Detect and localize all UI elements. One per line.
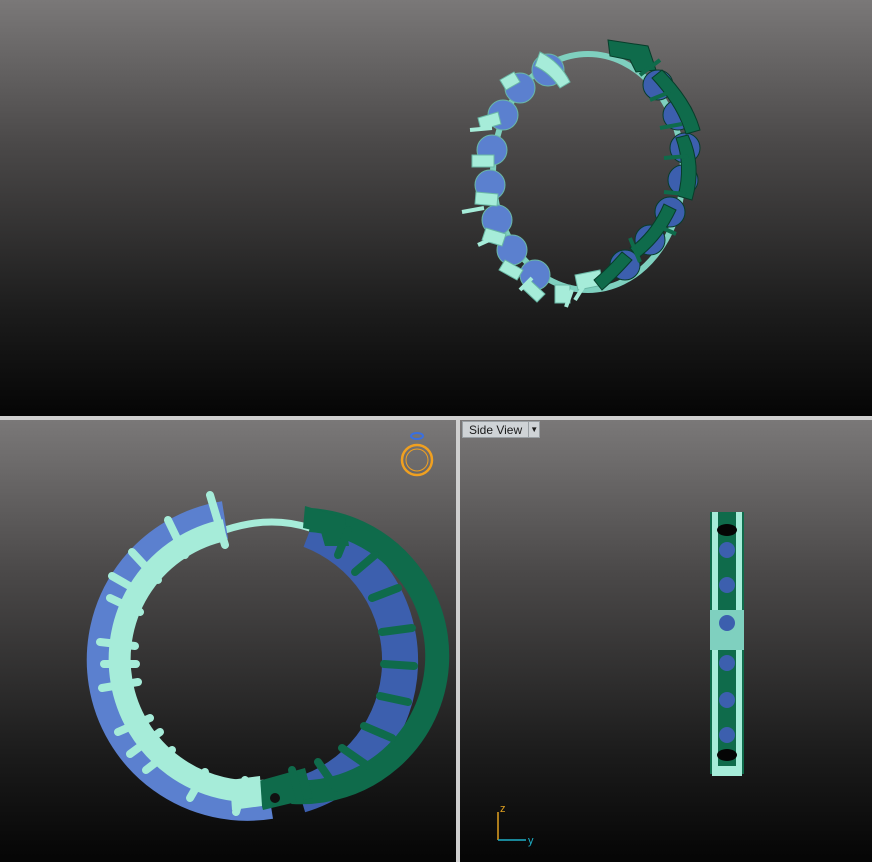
z-axis-label: z [500,803,506,815]
front-viewport[interactable] [0,420,456,862]
axis-triad: z y [497,803,534,847]
ring-icon[interactable] [397,428,437,478]
perspective-viewport[interactable] [0,0,872,416]
light-section [461,51,604,308]
side-band-bottom [712,766,742,776]
side-viewport[interactable]: Side View ▼ z y [460,420,872,862]
y-axis-label: y [528,835,534,847]
band-arc [223,518,312,534]
dark-section [593,39,701,291]
ring-model-perspective[interactable] [0,0,872,416]
ring-model-side[interactable] [460,420,872,862]
light-clasp [230,776,262,810]
clasp-hole [270,793,280,803]
ring-model-front[interactable] [0,420,456,862]
